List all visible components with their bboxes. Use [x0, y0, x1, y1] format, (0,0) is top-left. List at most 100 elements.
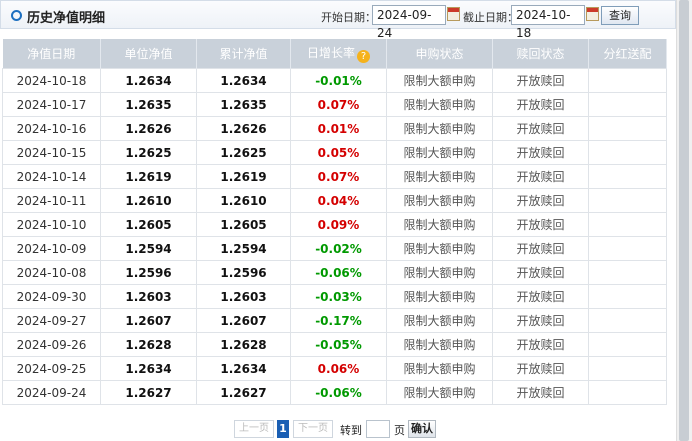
cell-date: 2024-09-24 — [2, 380, 101, 405]
cell-acc-nav: 1.2605 — [196, 212, 291, 237]
cell-unit-nav: 1.2607 — [100, 308, 197, 333]
cell-buy-status: 限制大额申购 — [386, 260, 493, 285]
cell-dividend — [588, 188, 667, 213]
cell-redeem-status: 开放赎回 — [492, 236, 589, 261]
cell-buy-status: 限制大额申购 — [386, 116, 493, 141]
table-row: 2024-09-27 1.2607 1.2607 -0.17% 限制大额申购 开放赎回 — [2, 308, 667, 333]
end-date-input[interactable]: 2024-10-18 — [511, 5, 585, 40]
table-row: 2024-09-30 1.2603 1.2603 -0.03% 限制大额申购 开放赎回 — [2, 284, 667, 309]
cell-date: 2024-09-26 — [2, 332, 101, 357]
scrollbar-thumb[interactable] — [679, 0, 689, 441]
cell-unit-nav: 1.2610 — [100, 188, 197, 213]
cell-date: 2024-10-11 — [2, 188, 101, 213]
cell-dividend — [588, 140, 667, 165]
cell-buy-status: 限制大额申购 — [386, 164, 493, 189]
cell-growth: -0.01% — [290, 68, 387, 93]
cell-date: 2024-10-15 — [2, 140, 101, 165]
cell-unit-nav: 1.2627 — [100, 380, 197, 405]
cell-growth: 0.07% — [290, 92, 387, 117]
col-header-acc-nav: 累计净值 — [196, 39, 291, 69]
cell-growth: 0.06% — [290, 356, 387, 381]
col-header-unit-nav: 单位净值 — [100, 39, 197, 69]
vertical-scrollbar[interactable] — [676, 0, 692, 441]
panel-title: 历史净值明细 — [27, 11, 106, 26]
page-number-input[interactable] — [366, 420, 390, 438]
cell-redeem-status: 开放赎回 — [492, 92, 589, 117]
cell-acc-nav: 1.2594 — [196, 236, 291, 261]
cell-redeem-status: 开放赎回 — [492, 164, 589, 189]
table-row: 2024-10-14 1.2619 1.2619 0.07% 限制大额申购 开放赎回 — [2, 164, 667, 189]
cell-dividend — [588, 212, 667, 237]
cell-dividend — [588, 356, 667, 381]
goto-label: 转到 — [340, 424, 362, 437]
cell-date: 2024-10-18 — [2, 68, 101, 93]
table-row: 2024-09-24 1.2627 1.2627 -0.06% 限制大额申购 开放赎回 — [2, 380, 667, 405]
cell-buy-status: 限制大额申购 — [386, 92, 493, 117]
cell-unit-nav: 1.2594 — [100, 236, 197, 261]
cell-redeem-status: 开放赎回 — [492, 380, 589, 405]
cell-growth: -0.06% — [290, 260, 387, 285]
cell-redeem-status: 开放赎回 — [492, 308, 589, 333]
cell-unit-nav: 1.2628 — [100, 332, 197, 357]
cell-dividend — [588, 92, 667, 117]
cell-unit-nav: 1.2634 — [100, 356, 197, 381]
cell-dividend — [588, 284, 667, 309]
next-page-button[interactable]: 下一页 — [293, 420, 333, 438]
calendar-icon[interactable] — [586, 7, 599, 21]
cell-growth: -0.02% — [290, 236, 387, 261]
table-header-row: 净值日期 单位净值 累计净值 日增长率? 申购状态 赎回状态 分红送配 — [2, 39, 667, 69]
calendar-icon[interactable] — [447, 7, 460, 21]
table-row: 2024-09-25 1.2634 1.2634 0.06% 限制大额申购 开放赎回 — [2, 356, 667, 381]
cell-redeem-status: 开放赎回 — [492, 68, 589, 93]
cell-buy-status: 限制大额申购 — [386, 332, 493, 357]
cell-acc-nav: 1.2610 — [196, 188, 291, 213]
cell-growth: 0.09% — [290, 212, 387, 237]
cell-dividend — [588, 260, 667, 285]
cell-growth: -0.03% — [290, 284, 387, 309]
cell-acc-nav: 1.2627 — [196, 380, 291, 405]
cell-redeem-status: 开放赎回 — [492, 140, 589, 165]
cell-growth: 0.01% — [290, 116, 387, 141]
table-row: 2024-10-18 1.2634 1.2634 -0.01% 限制大额申购 开放赎回 — [2, 68, 667, 93]
question-circle-icon[interactable]: ? — [357, 50, 370, 63]
prev-page-button[interactable]: 上一页 — [234, 420, 274, 438]
query-button[interactable]: 查询 — [601, 6, 639, 25]
cell-acc-nav: 1.2625 — [196, 140, 291, 165]
cell-buy-status: 限制大额申购 — [386, 68, 493, 93]
table-row: 2024-10-17 1.2635 1.2635 0.07% 限制大额申购 开放赎回 — [2, 92, 667, 117]
cell-date: 2024-09-30 — [2, 284, 101, 309]
table-row: 2024-10-16 1.2626 1.2626 0.01% 限制大额申购 开放赎回 — [2, 116, 667, 141]
current-page[interactable]: 1 — [277, 420, 289, 438]
col-header-redeem-status: 赎回状态 — [492, 39, 589, 69]
cell-dividend — [588, 380, 667, 405]
cell-buy-status: 限制大额申购 — [386, 380, 493, 405]
col-header-growth-label: 日增长率 — [306, 46, 355, 60]
cell-acc-nav: 1.2626 — [196, 116, 291, 141]
col-header-dividend: 分红送配 — [588, 39, 667, 69]
start-date-input[interactable]: 2024-09-24 — [372, 5, 446, 40]
cell-growth: 0.04% — [290, 188, 387, 213]
cell-buy-status: 限制大额申购 — [386, 188, 493, 213]
nav-history-panel: 历史净值明细 开始日期： 2024-09-24 截止日期： 2024-10-18… — [0, 0, 676, 441]
confirm-button[interactable]: 确认 — [408, 420, 436, 438]
cell-unit-nav: 1.2605 — [100, 212, 197, 237]
cell-unit-nav: 1.2634 — [100, 68, 197, 93]
cell-acc-nav: 1.2607 — [196, 308, 291, 333]
cell-buy-status: 限制大额申购 — [386, 140, 493, 165]
table-row: 2024-10-11 1.2610 1.2610 0.04% 限制大额申购 开放赎回 — [2, 188, 667, 213]
table-row: 2024-10-10 1.2605 1.2605 0.09% 限制大额申购 开放赎回 — [2, 212, 667, 237]
cell-redeem-status: 开放赎回 — [492, 188, 589, 213]
cell-date: 2024-09-25 — [2, 356, 101, 381]
cell-acc-nav: 1.2628 — [196, 332, 291, 357]
cell-acc-nav: 1.2634 — [196, 356, 291, 381]
table-row: 2024-09-26 1.2628 1.2628 -0.05% 限制大额申购 开放赎回 — [2, 332, 667, 357]
cell-growth: -0.06% — [290, 380, 387, 405]
cell-dividend — [588, 236, 667, 261]
table-row: 2024-10-09 1.2594 1.2594 -0.02% 限制大额申购 开放赎回 — [2, 236, 667, 261]
cell-acc-nav: 1.2619 — [196, 164, 291, 189]
pagination: 上一页 1 下一页 转到 页 确认 — [0, 420, 676, 438]
cell-date: 2024-10-16 — [2, 116, 101, 141]
cell-growth: -0.05% — [290, 332, 387, 357]
cell-unit-nav: 1.2596 — [100, 260, 197, 285]
panel-header: 历史净值明细 开始日期： 2024-09-24 截止日期： 2024-10-18… — [0, 0, 676, 40]
